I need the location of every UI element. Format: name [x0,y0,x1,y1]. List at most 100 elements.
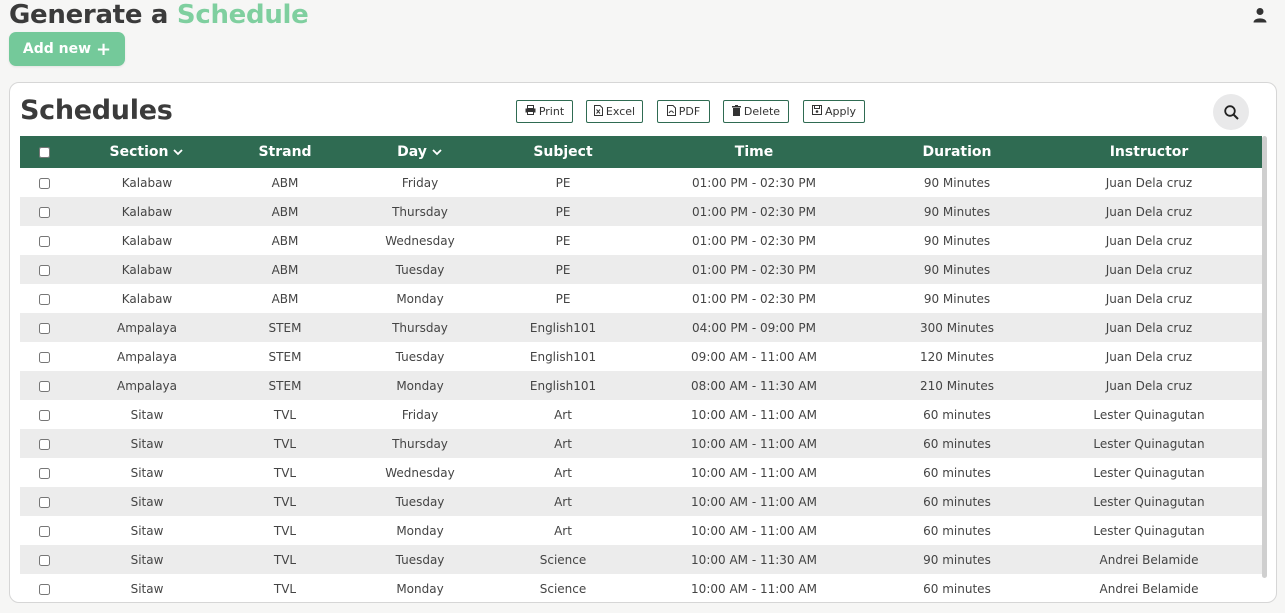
column-label-time: Time [734,144,774,160]
column-header-subject[interactable]: Subject [496,136,630,168]
row-select-cell [20,197,68,226]
column-label-subject: Subject [533,144,593,160]
cell-day: Monday [396,291,444,306]
row-select-cell [20,284,68,313]
table-row[interactable]: Sitaw TVL Monday Science 10:00 AM - 11:00 AM… [20,574,1262,602]
user-icon[interactable] [1253,7,1267,23]
table-row[interactable]: Sitaw TVL Monday Art 10:00 AM - 11:00 AM 60 m… [20,516,1262,545]
schedule-table-container: Section Strand Day Subject Time Duration… [20,136,1262,602]
row-checkbox[interactable] [38,351,50,363]
row-select-cell [20,458,68,487]
column-header-instructor[interactable]: Instructor [1036,136,1262,168]
apply-button[interactable]: Apply [803,100,865,123]
select-all-checkbox[interactable] [38,146,50,158]
table-row[interactable]: Kalabaw ABM Tuesday PE 01:00 PM - 02:30 PM 90… [20,255,1262,284]
cell-instructor: Lester Quinagutan [1093,436,1205,451]
cell-duration: 60 minutes [923,407,991,422]
row-checkbox[interactable] [38,293,50,305]
cell-strand: ABM [271,175,299,190]
table-row[interactable]: Sitaw TVL Friday Art 10:00 AM - 11:00 AM 60 m… [20,400,1262,429]
table-row[interactable]: Ampalaya STEM Thursday English101 04:00 PM -… [20,313,1262,342]
cell-time: 10:00 AM - 11:00 AM [691,581,817,596]
cell-day: Thursday [392,436,448,451]
cell-strand: ABM [271,204,299,219]
cell-day: Friday [401,407,439,422]
table-row[interactable]: Ampalaya STEM Tuesday English101 09:00 AM - … [20,342,1262,371]
column-header-strand[interactable]: Strand [226,136,344,168]
cell-time: 10:00 AM - 11:00 AM [691,494,817,509]
column-header-duration[interactable]: Duration [878,136,1036,168]
cell-strand: TVL [273,494,297,509]
cell-instructor: Juan Dela cruz [1105,320,1193,335]
cell-day: Thursday [392,204,448,219]
column-header-section[interactable]: Section [68,136,226,168]
cell-strand: TVL [273,436,297,451]
row-checkbox[interactable] [38,322,50,334]
cell-section: Sitaw [130,407,164,422]
excel-button[interactable]: Excel [586,100,643,123]
excel-label: Excel [605,105,636,118]
table-row[interactable]: Kalabaw ABM Monday PE 01:00 PM - 02:30 PM 90 … [20,284,1262,313]
cell-subject: PE [555,204,571,219]
cell-duration: 60 minutes [923,581,991,596]
table-row[interactable]: Kalabaw ABM Wednesday PE 01:00 PM - 02:30 PM… [20,226,1262,255]
pdf-button[interactable]: PDF [657,100,710,123]
cell-day: Thursday [392,320,448,335]
row-checkbox[interactable] [38,206,50,218]
cell-day: Monday [396,581,444,596]
row-select-cell [20,255,68,284]
row-checkbox[interactable] [38,554,50,566]
cell-time: 10:00 AM - 11:00 AM [691,523,817,538]
cell-section: Sitaw [130,552,164,567]
row-select-cell [20,429,68,458]
cell-instructor: Lester Quinagutan [1093,494,1205,509]
row-checkbox[interactable] [38,380,50,392]
cell-section: Sitaw [130,494,164,509]
cell-strand: STEM [268,320,302,335]
table-scrollbar[interactable] [1262,136,1267,578]
row-checkbox[interactable] [38,264,50,276]
column-label-day: Day [397,144,427,160]
table-row[interactable]: Kalabaw ABM Friday PE 01:00 PM - 02:30 PM 90 … [20,168,1262,197]
cell-instructor: Juan Dela cruz [1105,349,1193,364]
row-checkbox[interactable] [38,438,50,450]
table-header-row: Section Strand Day Subject Time Duration… [20,136,1262,168]
cell-subject: Art [554,465,572,480]
row-checkbox[interactable] [38,467,50,479]
table-row[interactable]: Sitaw TVL Thursday Art 10:00 AM - 11:00 AM 60… [20,429,1262,458]
cell-strand: TVL [273,465,297,480]
column-label-section: Section [109,144,169,160]
search-button[interactable] [1213,94,1249,130]
cell-instructor: Juan Dela cruz [1105,175,1193,190]
row-select-cell [20,168,68,197]
cell-strand: TVL [273,581,297,596]
plus-icon: + [96,38,112,60]
cell-day: Monday [396,378,444,393]
cell-duration: 90 Minutes [923,262,991,277]
cell-subject: Science [539,581,587,596]
row-checkbox[interactable] [38,583,50,595]
table-row[interactable]: Sitaw TVL Wednesday Art 10:00 AM - 11:00 AM 6… [20,458,1262,487]
column-header-day[interactable]: Day [344,136,496,168]
row-checkbox[interactable] [38,409,50,421]
pdf-label: PDF [678,105,701,118]
row-checkbox[interactable] [38,496,50,508]
cell-day: Tuesday [395,552,445,567]
print-button[interactable]: Print [516,100,573,123]
table-row[interactable]: Sitaw TVL Tuesday Art 10:00 AM - 11:00 AM 60 … [20,487,1262,516]
cell-day: Wednesday [385,465,455,480]
column-header-time[interactable]: Time [630,136,878,168]
table-row[interactable]: Kalabaw ABM Thursday PE 01:00 PM - 02:30 PM 9… [20,197,1262,226]
cell-duration: 300 Minutes [920,320,994,335]
row-checkbox[interactable] [38,177,50,189]
table-row[interactable]: Sitaw TVL Tuesday Science 10:00 AM - 11:30 A… [20,545,1262,574]
table-row[interactable]: Ampalaya STEM Monday English101 08:00 AM - 1… [20,371,1262,400]
chevron-down-icon [173,149,184,156]
cell-duration: 60 minutes [923,523,991,538]
cell-instructor: Juan Dela cruz [1105,291,1193,306]
row-checkbox[interactable] [38,235,50,247]
page-title-prefix: Generate a [9,0,169,30]
delete-button[interactable]: Delete [723,100,789,123]
add-new-button[interactable]: Add new + [9,32,125,66]
row-checkbox[interactable] [38,525,50,537]
